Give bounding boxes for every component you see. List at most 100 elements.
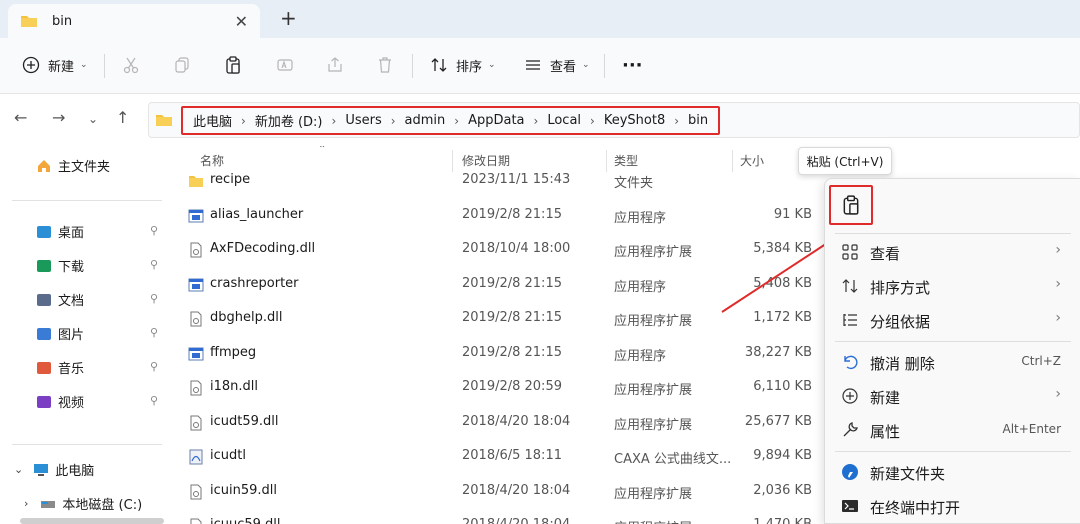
chevron-down-icon: ⌄ [80, 60, 88, 70]
file-type: 文件夹 [614, 176, 654, 191]
file-date: 2018/10/4 18:00 [462, 241, 571, 256]
breadcrumb-separator-icon[interactable]: › [391, 114, 396, 128]
sidebar-item-label: 桌面 [58, 226, 85, 241]
breadcrumb-item[interactable]: 新加卷 (D:) [255, 111, 323, 130]
file-type: 应用程序 [614, 348, 667, 364]
copy-icon [175, 57, 189, 73]
share-button[interactable] [326, 52, 344, 78]
sidebar-item-videos[interactable]: 视频 [36, 392, 84, 411]
menu-item-label: 新建 [870, 389, 901, 407]
file-size: 38,227 KB [744, 344, 812, 360]
breadcrumb-separator-icon[interactable]: › [674, 114, 679, 128]
breadcrumb-separator-icon[interactable]: › [241, 114, 246, 128]
toolbar-divider [412, 54, 413, 78]
menu-item-open-terminal[interactable]: 在终端中打开 [825, 489, 1080, 523]
rename-button[interactable] [276, 52, 294, 78]
sidebar-item-local-disk[interactable]: › 本地磁盘 (C:) [24, 494, 142, 513]
pin-icon[interactable]: ⚲ [150, 394, 158, 407]
file-size: 1,470 KB [753, 517, 812, 524]
menu-item-new-folder[interactable]: 新建文件夹 [825, 455, 1080, 489]
sidebar-item-documents[interactable]: 文档 [36, 290, 84, 309]
file-date: 2019/2/8 21:15 [462, 344, 562, 360]
forward-arrow-icon[interactable]: → [52, 108, 65, 127]
file-type: 应用程序扩展 [614, 417, 693, 433]
view-button[interactable]: 查看 ⌄ [524, 52, 590, 78]
menu-item-label: 分组依据 [870, 313, 931, 331]
file-name: AxFDecoding.dll [210, 241, 316, 256]
sidebar-item-music[interactable]: 音乐 [36, 358, 84, 377]
sidebar-item-this-pc[interactable]: ⌄ 此电脑 [14, 460, 94, 479]
new-button[interactable]: 新建 ⌄ [22, 52, 88, 78]
grid-icon [842, 244, 858, 260]
toolbar-divider [104, 54, 105, 78]
delete-button[interactable] [376, 52, 394, 78]
expand-chevron-icon[interactable]: ⌄ [14, 463, 23, 476]
tab-bin[interactable]: bin ✕ [8, 4, 260, 38]
close-tab-icon[interactable]: ✕ [235, 12, 248, 31]
breadcrumb-separator-icon[interactable]: › [590, 114, 595, 128]
chevron-down-icon: ⌄ [582, 60, 590, 70]
sidebar-item-label: 此电脑 [55, 464, 95, 479]
file-size: 5,408 KB [753, 275, 812, 291]
dll-file-icon [190, 380, 202, 396]
recent-locations-chevron-icon[interactable]: ⌄ [88, 112, 98, 126]
sidebar-item-downloads[interactable]: 下载 [36, 256, 84, 275]
file-type: 应用程序扩展 [614, 517, 692, 524]
home-icon [38, 159, 50, 172]
copy-button[interactable] [173, 52, 191, 78]
pin-icon[interactable]: ⚲ [150, 360, 158, 373]
file-size: 25,677 KB [744, 413, 812, 429]
sidebar-item-pictures[interactable]: 图片 [36, 324, 84, 343]
context-menu: 查看 › 排序方式 › 分组依据 › 撤消 删除 Ctrl+Z 新建 › 属性 … [824, 178, 1080, 524]
file-size: 91 KB [773, 206, 812, 222]
address-bar[interactable]: 此电脑 › 新加卷 (D:) › Users › admin › AppData › Local › K… [148, 102, 1080, 138]
sidebar-item-label: 图片 [58, 328, 85, 343]
breadcrumb-item[interactable]: 此电脑 [193, 111, 232, 130]
breadcrumb-separator-icon[interactable]: › [454, 114, 459, 128]
clipboard-icon [843, 195, 859, 215]
address-row: ← → ⌄ ↑ 此电脑 › 新加卷 (D:) › Users › admin › AppData… [0, 94, 1080, 146]
breadcrumb-item[interactable]: bin [688, 113, 708, 128]
breadcrumb-item[interactable]: admin [405, 113, 446, 128]
dll-file-icon [190, 518, 202, 524]
file-name: i18n.dll [210, 379, 259, 394]
sidebar-item-desktop[interactable]: 桌面 [36, 222, 84, 241]
toolbar-divider [604, 54, 605, 78]
menu-item-group-by[interactable]: 分组依据 › [825, 303, 1080, 337]
file-name: icudtl [210, 448, 246, 463]
file-date: 2018/4/20 18:04 [462, 517, 570, 524]
menu-item-properties[interactable]: 属性 Alt+Enter [825, 413, 1080, 447]
menu-item-view[interactable]: 查看 › [825, 235, 1080, 269]
menu-divider [835, 341, 1071, 342]
menu-item-undo-delete[interactable]: 撤消 删除 Ctrl+Z [825, 345, 1080, 379]
breadcrumb-item[interactable]: Users [345, 113, 381, 128]
breadcrumb-item[interactable]: AppData [468, 113, 524, 128]
breadcrumb-item[interactable]: Local [547, 113, 581, 128]
sort-button[interactable]: 排序 ⌄ [430, 52, 496, 78]
dll-file-icon [190, 415, 202, 430]
pin-icon[interactable]: ⚲ [150, 326, 158, 339]
collapsed-chevron-icon[interactable]: › [24, 497, 28, 510]
sidebar-scrollbar[interactable] [20, 518, 164, 524]
breadcrumb-item[interactable]: KeyShot8 [604, 113, 665, 128]
breadcrumb-separator-icon[interactable]: › [534, 114, 539, 128]
pin-icon[interactable]: ⚲ [150, 224, 158, 237]
breadcrumb-separator-icon[interactable]: › [332, 114, 337, 128]
sidebar-item-home[interactable]: 主文件夹 [36, 156, 110, 175]
paste-button[interactable] [224, 52, 242, 78]
pin-icon[interactable]: ⚲ [150, 258, 158, 271]
new-tab-button[interactable]: + [280, 6, 297, 30]
menu-item-sort-by[interactable]: 排序方式 › [825, 269, 1080, 303]
more-options-button[interactable]: ··· [622, 52, 643, 78]
submenu-chevron-icon: › [1055, 310, 1061, 326]
back-arrow-icon[interactable]: ← [14, 108, 27, 127]
pin-icon[interactable]: ⚲ [150, 292, 158, 305]
up-arrow-icon[interactable]: ↑ [116, 108, 129, 127]
menu-item-new[interactable]: 新建 › [825, 379, 1080, 413]
menu-divider [835, 451, 1071, 452]
file-size: 1,172 KB [753, 310, 812, 325]
cut-button[interactable] [122, 52, 140, 78]
trash-icon [379, 57, 391, 73]
file-name: icudt59.dll [210, 413, 279, 429]
context-paste-button[interactable] [829, 185, 873, 225]
